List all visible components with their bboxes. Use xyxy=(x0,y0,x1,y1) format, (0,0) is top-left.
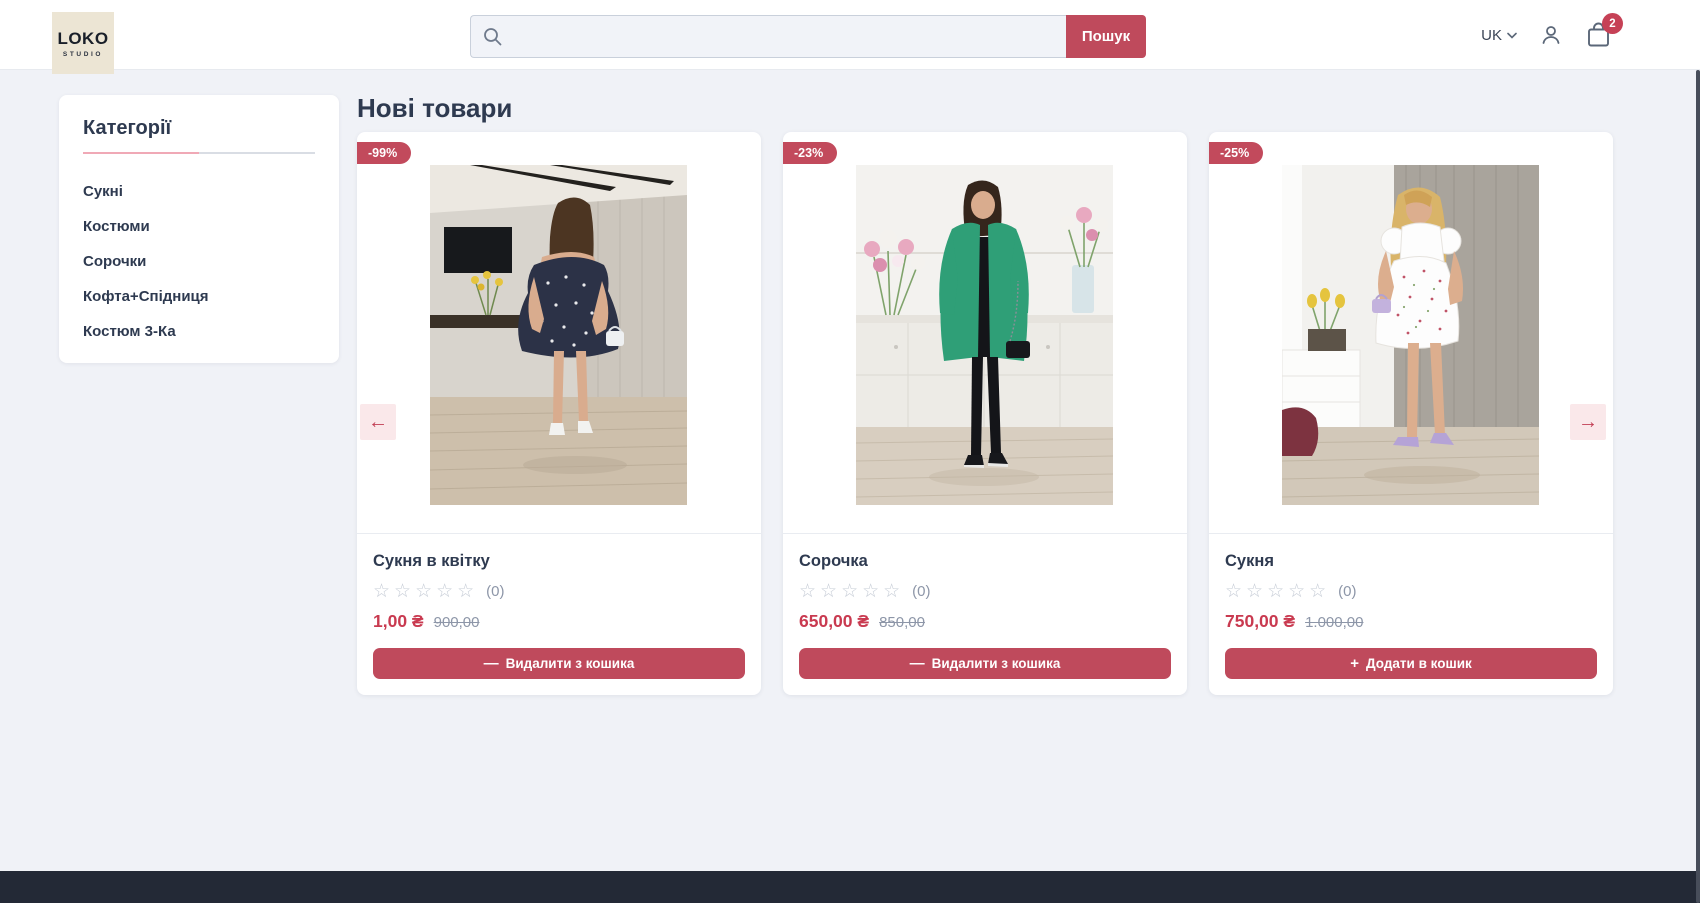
rating-stars: ☆☆☆☆☆ xyxy=(799,582,904,601)
account-button[interactable] xyxy=(1539,23,1563,47)
arrow-right-icon: → xyxy=(1578,411,1598,434)
product-price: 650,00 ₴ xyxy=(799,611,869,632)
sidebar-item-kofta-spidnytsia[interactable]: Кофта+Спідниця xyxy=(83,279,315,314)
cart-count-badge: 2 xyxy=(1602,13,1623,34)
vertical-scrollbar[interactable] xyxy=(1696,70,1700,903)
sidebar-item-kostiumy[interactable]: Костюми xyxy=(83,209,315,244)
cart-button-label: Додати в кошик xyxy=(1366,656,1472,671)
product-info: Сукня ☆☆☆☆☆ (0) 750,00 ₴ 1.000,00 + Дода… xyxy=(1209,533,1613,679)
header-actions: UK 2 xyxy=(1481,0,1612,70)
product-image[interactable] xyxy=(1282,165,1539,505)
search-button[interactable]: Пошук xyxy=(1066,15,1146,58)
product-price: 1,00 ₴ xyxy=(373,611,424,632)
language-label: UK xyxy=(1481,27,1502,44)
rating-count: (0) xyxy=(1338,583,1356,600)
product-image[interactable] xyxy=(430,165,687,505)
discount-badge: -25% xyxy=(1209,142,1263,164)
user-icon xyxy=(1539,23,1563,47)
rating-count: (0) xyxy=(912,583,930,600)
product-card: -23% xyxy=(783,132,1187,695)
categories-list: Сукні Костюми Сорочки Кофта+Спідниця Кос… xyxy=(83,174,315,349)
arrow-left-icon: ← xyxy=(368,411,388,434)
categories-title: Категорії xyxy=(83,117,315,140)
cart-button-label: Видалити з кошика xyxy=(932,656,1061,671)
logo-title: LOKO xyxy=(57,29,108,49)
carousel-next-button[interactable]: → xyxy=(1570,404,1606,440)
rating-stars: ☆☆☆☆☆ xyxy=(373,582,478,601)
remove-from-cart-button[interactable]: — Видалити з кошика xyxy=(373,648,745,679)
chevron-down-icon xyxy=(1507,32,1517,39)
product-name[interactable]: Сукня в квітку xyxy=(373,552,745,571)
add-to-cart-button[interactable]: + Додати в кошик xyxy=(1225,648,1597,679)
plus-icon: + xyxy=(1350,655,1359,672)
product-name[interactable]: Сукня xyxy=(1225,552,1597,571)
product-info: Сукня в квітку ☆☆☆☆☆ (0) 1,00 ₴ 900,00 —… xyxy=(357,533,761,679)
remove-from-cart-button[interactable]: — Видалити з кошика xyxy=(799,648,1171,679)
search-input[interactable] xyxy=(470,15,1066,58)
product-old-price: 900,00 xyxy=(434,614,480,631)
logo-subtitle: STUDIO xyxy=(63,51,103,58)
product-old-price: 1.000,00 xyxy=(1305,614,1363,631)
discount-badge: -99% xyxy=(357,142,411,164)
carousel-prev-button[interactable]: ← xyxy=(360,404,396,440)
categories-panel: Категорії Сукні Костюми Сорочки Кофта+Сп… xyxy=(59,95,339,363)
sidebar-item-kostium-3ka[interactable]: Костюм 3-Ка xyxy=(83,314,315,349)
storefront-page: Пошук UK 2 LOKO STUDIO xyxy=(0,0,1700,903)
rating-count: (0) xyxy=(486,583,504,600)
minus-icon: — xyxy=(910,655,925,672)
product-info: Сорочка ☆☆☆☆☆ (0) 650,00 ₴ 850,00 — Вида… xyxy=(783,533,1187,679)
discount-badge: -23% xyxy=(783,142,837,164)
sidebar-item-sukni[interactable]: Сукні xyxy=(83,174,315,209)
search-bar: Пошук xyxy=(470,15,1146,58)
product-card: -99% xyxy=(357,132,761,695)
cart-button[interactable]: 2 xyxy=(1585,21,1612,49)
page-title: Нові товари xyxy=(357,93,512,124)
product-old-price: 850,00 xyxy=(879,614,925,631)
rating-stars: ☆☆☆☆☆ xyxy=(1225,582,1330,601)
categories-divider xyxy=(83,152,315,154)
product-price: 750,00 ₴ xyxy=(1225,611,1295,632)
product-image[interactable] xyxy=(856,165,1113,505)
product-name[interactable]: Сорочка xyxy=(799,552,1171,571)
product-card: -25% xyxy=(1209,132,1613,695)
logo[interactable]: LOKO STUDIO xyxy=(52,12,114,74)
sidebar-item-sorochky[interactable]: Сорочки xyxy=(83,244,315,279)
header: Пошук UK 2 xyxy=(0,0,1700,70)
language-selector[interactable]: UK xyxy=(1481,27,1517,44)
footer xyxy=(0,871,1700,903)
minus-icon: — xyxy=(484,655,499,672)
cart-button-label: Видалити з кошика xyxy=(506,656,635,671)
